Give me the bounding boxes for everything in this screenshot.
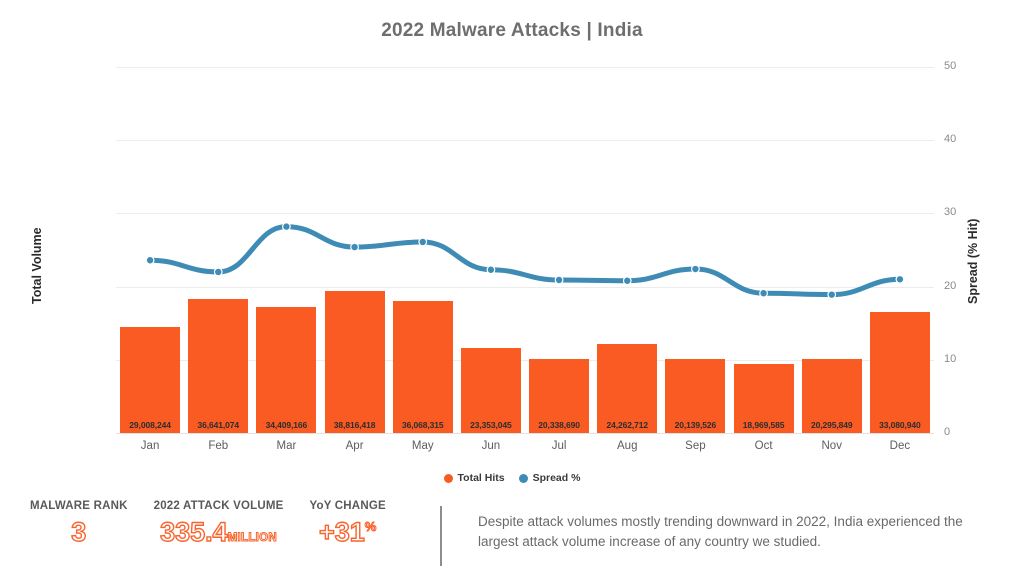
bar-value-label: 20,338,690 (538, 420, 580, 430)
bar-column[interactable]: 38,816,418 (324, 67, 385, 433)
legend-swatch-icon (443, 473, 453, 483)
stat-group: MALWARE RANK 3 2022 ATTACK VOLUME 335.4MILL… (30, 500, 386, 546)
bar[interactable]: 20,139,526 (665, 359, 726, 433)
stat-unit: MILLION (227, 532, 278, 545)
bar-value-label: 23,353,045 (470, 420, 512, 430)
x-axis-label: Dec (889, 440, 911, 452)
x-axis-labels: Jan Feb Mar Apr May Jun Jul Aug Sep Oct Nov Dec (116, 440, 934, 460)
x-axis-label: Jan (140, 440, 160, 452)
bar-column[interactable]: 29,008,244 (120, 67, 181, 433)
bar[interactable]: 33,080,940 (869, 311, 930, 433)
x-axis-label: Jun (481, 440, 501, 452)
page-title: 2022 Malware Attacks | India (381, 20, 643, 41)
stat-label: 2022 ATTACK VOLUME (153, 500, 284, 512)
stat-block: MALWARE RANK 3 (30, 500, 128, 546)
x-axis-label: Feb (208, 440, 229, 452)
right-axis-tick: 20 (944, 279, 957, 292)
plot-area: 020M40M60M80M100M 01020304050 29,008,244… (116, 60, 956, 438)
bar-column[interactable]: 36,641,074 (188, 67, 249, 433)
stat-suffix: % (364, 519, 377, 534)
left-axis-title: Total Volume (30, 227, 44, 304)
bar[interactable]: 24,262,712 (597, 344, 658, 433)
legend-label: Spread % (532, 472, 581, 484)
bar[interactable]: 29,008,244 (120, 326, 181, 433)
bar-column[interactable]: 36,068,315 (392, 67, 453, 433)
bar-value-label: 24,262,712 (606, 420, 649, 430)
bar-column[interactable]: 18,969,585 (733, 67, 794, 433)
stat-value: +31% (318, 517, 377, 547)
bar-column[interactable]: 20,139,526 (665, 67, 726, 433)
x-axis-label: May (411, 440, 434, 452)
footer-divider (440, 506, 442, 566)
footer: MALWARE RANK 3 2022 ATTACK VOLUME 335.4MILL… (0, 500, 1024, 576)
bar-column[interactable]: 24,262,712 (597, 67, 658, 433)
x-axis-label: Mar (276, 440, 297, 452)
bar-value-label: 29,008,244 (129, 420, 171, 430)
legend-swatch-icon (518, 473, 528, 483)
x-axis-label: Jul (551, 440, 567, 452)
bar-column[interactable]: 20,295,849 (801, 67, 862, 433)
bar-value-label: 34,409,166 (265, 420, 308, 430)
chart-legend: Total Hits Spread % (0, 472, 1024, 484)
bar[interactable]: 34,409,166 (256, 307, 317, 433)
bar[interactable]: 23,353,045 (460, 347, 521, 433)
bar[interactable]: 36,068,315 (392, 301, 453, 433)
x-axis-label: Apr (345, 440, 364, 452)
x-axis-label: Aug (617, 440, 638, 452)
x-axis-label: Oct (754, 440, 773, 452)
legend-label: Total Hits (457, 472, 505, 484)
x-axis-label: Sep (685, 440, 706, 452)
legend-item[interactable]: Spread % (518, 472, 581, 484)
bar-value-label: 20,295,849 (810, 420, 853, 430)
stat-block: YoY CHANGE +31% (310, 500, 386, 546)
bar-column[interactable]: 23,353,045 (460, 67, 521, 433)
stat-label: MALWARE RANK (30, 500, 128, 512)
bar-value-label: 33,080,940 (879, 420, 921, 430)
x-axis-label: Nov (821, 440, 842, 452)
bar-column[interactable]: 34,409,166 (256, 67, 317, 433)
footer-description: Despite attack volumes mostly trending d… (478, 514, 963, 550)
stat-value: 3 (71, 517, 87, 547)
legend-item[interactable]: Total Hits (443, 472, 505, 484)
right-axis-tick: 50 (944, 60, 957, 72)
bar-series: 29,008,244 36,641,074 34,409,166 38,816,418… (116, 67, 934, 433)
bar[interactable]: 38,816,418 (324, 290, 385, 433)
bar[interactable]: 20,295,849 (801, 358, 862, 433)
bar-value-label: 18,969,585 (742, 420, 785, 430)
right-axis-tick: 30 (944, 206, 957, 219)
stat-block: 2022 ATTACK VOLUME 335.4MILLION (154, 500, 284, 546)
bar-value-label: 38,816,418 (333, 420, 376, 430)
bar-value-label: 20,139,526 (674, 420, 717, 430)
bar[interactable]: 18,969,585 (733, 363, 794, 433)
bar-column[interactable]: 20,338,690 (529, 67, 590, 433)
bar-value-label: 36,641,074 (197, 420, 240, 430)
bar-column[interactable]: 33,080,940 (869, 67, 930, 433)
bar[interactable]: 36,641,074 (188, 298, 249, 433)
gridline (116, 433, 934, 434)
right-axis-tick: 10 (944, 352, 957, 365)
right-axis-tick: 0 (944, 426, 951, 438)
stat-label: YoY CHANGE (309, 500, 386, 512)
bar-value-label: 36,068,315 (401, 420, 444, 430)
bar[interactable]: 20,338,690 (529, 358, 590, 433)
right-axis-tick: 40 (944, 133, 957, 146)
chart-page: 2022 Malware Attacks | India Total Volum… (0, 0, 1024, 576)
stat-value: 335.4MILLION (159, 517, 278, 547)
